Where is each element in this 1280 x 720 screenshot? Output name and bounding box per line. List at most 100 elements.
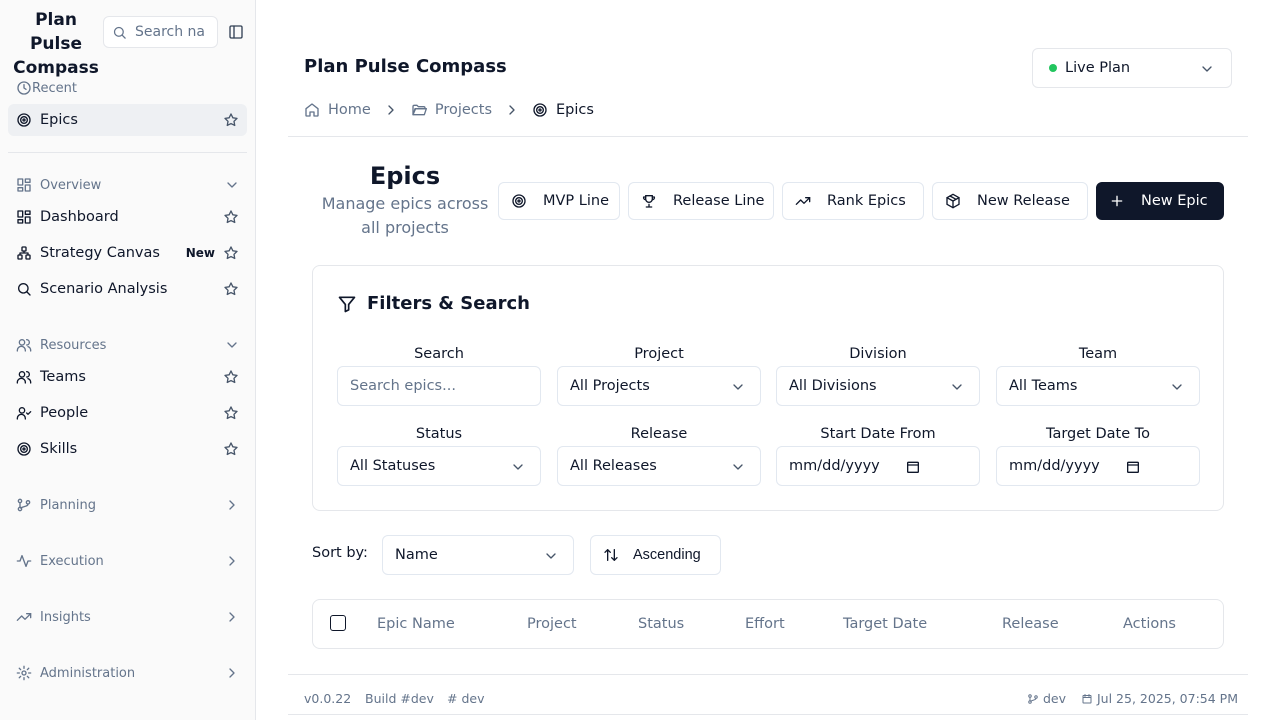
status-label: Status	[415, 426, 463, 442]
layout-dashboard-icon	[17, 210, 31, 224]
execution-group-label[interactable]: Execution	[16, 551, 240, 571]
footer-branch-label: dev	[1043, 691, 1067, 706]
footer-branch: dev	[1027, 691, 1066, 706]
clock-icon	[17, 81, 31, 95]
epic-search-input[interactable]: Search epics...	[337, 366, 541, 406]
sort-order-button[interactable]: Ascending	[590, 535, 721, 575]
sidebar-item-people[interactable]: People	[8, 397, 247, 429]
resources-group-label[interactable]: Resources	[16, 335, 240, 355]
button-label: Rank Epics	[827, 193, 906, 209]
target-date-input[interactable]: mm/dd/yyyy	[996, 446, 1200, 486]
team-select-value: All Teams	[1009, 378, 1078, 394]
footer-bottom-divider	[288, 714, 1248, 715]
filters-card: Filters & Search Search Search epics... …	[312, 265, 1224, 511]
search-icon	[113, 26, 126, 39]
calendar-icon	[1082, 693, 1092, 703]
division-select[interactable]: All Divisions	[776, 366, 980, 406]
footer-version: v0.0.22	[304, 691, 352, 706]
breadcrumb-projects[interactable]: Projects	[411, 102, 492, 118]
breadcrumb-home[interactable]: Home	[304, 102, 371, 118]
chevron-down-icon	[952, 384, 962, 390]
arrow-up-down-icon	[604, 549, 618, 561]
mvp-line-button[interactable]: MVP Line	[498, 182, 620, 220]
select-all-checkbox[interactable]	[330, 615, 346, 631]
app-brand[interactable]: Plan Pulse Compass	[8, 8, 104, 80]
release-select-value: All Releases	[570, 458, 657, 474]
column-header-actions: Actions	[1123, 616, 1176, 632]
sidebar-item-dashboard[interactable]: Dashboard	[8, 201, 247, 233]
sidebar-divider	[8, 152, 247, 153]
column-header-target-date[interactable]: Target Date	[843, 616, 927, 632]
insights-label: Insights	[40, 609, 91, 625]
star-icon[interactable]	[223, 245, 239, 261]
package-icon	[946, 193, 960, 209]
git-branch-icon	[17, 498, 31, 512]
team-select[interactable]: All Teams	[996, 366, 1200, 406]
star-icon[interactable]	[223, 112, 239, 128]
target-icon	[533, 103, 547, 117]
resources-label: Resources	[40, 337, 107, 353]
sidebar-item-strategy-canvas[interactable]: Strategy Canvas New	[8, 237, 247, 269]
start-date-input[interactable]: mm/dd/yyyy	[776, 446, 980, 486]
planning-group-label[interactable]: Planning	[16, 495, 240, 515]
project-select[interactable]: All Projects	[557, 366, 761, 406]
star-icon[interactable]	[223, 281, 239, 297]
target-icon	[512, 194, 526, 208]
sort-select[interactable]: Name	[382, 535, 574, 575]
star-icon[interactable]	[223, 441, 239, 457]
column-header-epic-name[interactable]: Epic Name	[377, 616, 455, 632]
administration-group-label[interactable]: Administration	[16, 663, 240, 683]
star-icon[interactable]	[223, 209, 239, 225]
recent-group-label: Recent	[16, 78, 240, 98]
star-icon[interactable]	[223, 405, 239, 421]
new-release-button[interactable]: New Release	[932, 182, 1088, 220]
column-header-status[interactable]: Status	[638, 616, 684, 632]
sidebar-item-skills[interactable]: Skills	[8, 433, 247, 465]
start-date-value: mm/dd/yyyy	[789, 458, 880, 474]
planning-label: Planning	[40, 497, 96, 513]
calendar-icon[interactable]	[905, 459, 921, 475]
division-label: Division	[849, 346, 907, 362]
filter-icon	[338, 296, 356, 312]
filters-title-text: Filters & Search	[367, 293, 530, 314]
rank-epics-button[interactable]: Rank Epics	[782, 182, 924, 220]
epics-subtitle: Manage epics across all projects	[321, 194, 489, 237]
sidebar-item-label: Scenario Analysis	[40, 281, 168, 297]
sidebar-toggle-button[interactable]	[228, 24, 244, 40]
footer-timestamp-label: Jul 25, 2025, 07:54 PM	[1097, 691, 1238, 706]
sidebar-item-label: Epics	[40, 112, 78, 128]
sidebar-item-recent-epics[interactable]: Epics	[8, 104, 247, 136]
overview-group-label[interactable]: Overview	[16, 175, 240, 195]
column-header-effort[interactable]: Effort	[745, 616, 785, 632]
release-line-button[interactable]: Release Line	[628, 182, 774, 220]
chevron-down-icon	[1202, 66, 1212, 72]
release-select[interactable]: All Releases	[557, 446, 761, 486]
sidebar-search-input[interactable]	[135, 24, 215, 40]
calendar-icon[interactable]	[1125, 459, 1141, 475]
star-icon[interactable]	[223, 369, 239, 385]
sort-label: Sort by:	[312, 545, 368, 561]
activity-icon	[16, 555, 32, 567]
sidebar-item-teams[interactable]: Teams	[8, 361, 247, 393]
insights-group-label[interactable]: Insights	[16, 607, 240, 627]
trophy-icon	[642, 195, 656, 208]
new-badge: New	[185, 246, 215, 260]
status-select[interactable]: All Statuses	[337, 446, 541, 486]
panel-left-icon	[229, 25, 243, 39]
project-select-value: All Projects	[570, 378, 650, 394]
sidebar-item-scenario-analysis[interactable]: Scenario Analysis	[8, 273, 247, 305]
button-label: Release Line	[673, 193, 765, 209]
sidebar-search[interactable]	[103, 16, 218, 48]
button-label: New Epic	[1141, 193, 1208, 209]
column-header-project[interactable]: Project	[527, 616, 577, 632]
chevron-right-icon	[229, 668, 235, 678]
column-header-release[interactable]: Release	[1002, 616, 1059, 632]
chevron-down-icon	[227, 342, 237, 348]
overview-label: Overview	[40, 177, 102, 193]
chevron-right-icon	[509, 105, 515, 115]
header-divider	[288, 136, 1248, 137]
git-branch-icon	[1028, 693, 1038, 704]
new-epic-button[interactable]: New Epic	[1096, 182, 1224, 220]
administration-label: Administration	[40, 665, 136, 681]
plan-select[interactable]: Live Plan	[1032, 48, 1232, 88]
